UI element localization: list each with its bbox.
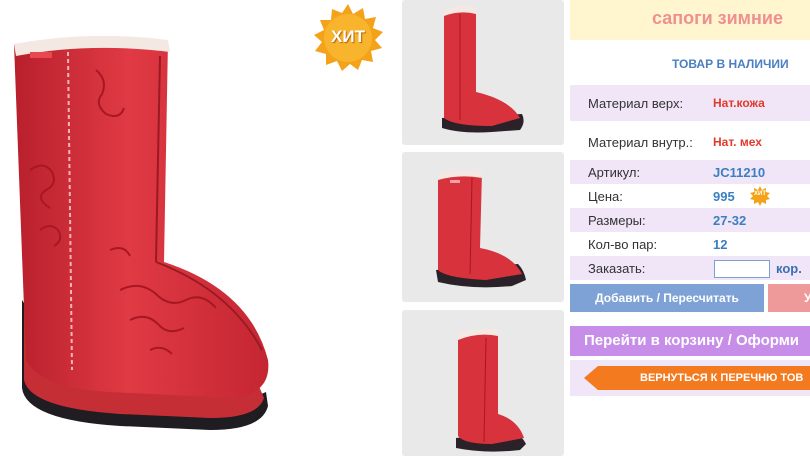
price-value: 995	[713, 189, 735, 204]
order-unit: кор.	[776, 261, 802, 276]
hit-mini-label: ХИТ	[754, 191, 766, 197]
product-info-panel: сапоги зимние ТОВАР В НАЛИЧИИ Материал в…	[570, 0, 810, 456]
spec-value: 12	[713, 237, 728, 252]
spec-row-sizes: Размеры: 27-32	[570, 208, 810, 232]
back-to-list-button[interactable]: ВЕРНУТЬСЯ К ПЕРЕЧНЮ ТОВ	[584, 366, 810, 390]
thumbnail-2[interactable]	[402, 152, 564, 302]
back-to-list-label: ВЕРНУТЬСЯ К ПЕРЕЧНЮ ТОВ	[640, 372, 804, 384]
product-title: сапоги зимние	[652, 8, 783, 28]
spec-value: 27-32	[713, 213, 747, 228]
spec-label: Артикул:	[588, 165, 641, 180]
title-bar: сапоги зимние	[570, 0, 810, 40]
spec-value: Нат.кожа	[713, 96, 765, 110]
delete-button[interactable]: У	[768, 284, 810, 312]
thumbnail-1[interactable]	[402, 0, 564, 145]
spec-label: Цена:	[588, 189, 623, 204]
order-quantity-input[interactable]	[714, 260, 770, 278]
thumbnail-3[interactable]	[402, 310, 564, 456]
spec-row-price: Цена: 995 ХИТ	[570, 184, 810, 208]
spec-label: Кол-во пар:	[588, 237, 658, 252]
stock-status: ТОВАР В НАЛИЧИИ	[672, 57, 789, 71]
thumbnail-gallery	[402, 0, 564, 456]
spec-row-pairs: Кол-во пар: 12	[570, 232, 810, 256]
back-arrow-icon	[584, 366, 598, 390]
spec-value: JC11210	[713, 165, 766, 180]
spec-label: Размеры:	[588, 213, 646, 228]
spec-label: Материал верх:	[588, 96, 684, 111]
spec-row-article: Артикул: JC11210	[570, 160, 810, 184]
spec-label: Материал внутр.:	[588, 135, 693, 150]
go-to-cart-button[interactable]: Перейти в корзину / Оформи	[570, 326, 810, 356]
spec-row-upper-material: Материал верх: Нат.кожа	[570, 85, 810, 121]
spec-label: Заказать:	[588, 261, 646, 276]
hit-badge-label: ХИТ	[331, 27, 365, 46]
spec-value: Нат. мех	[713, 135, 762, 149]
spec-row-inner-material: Материал внутр.: Нат. мех	[570, 124, 810, 158]
spec-row-order: Заказать: кор.	[570, 256, 810, 280]
hit-mini-badge: ХИТ	[750, 186, 770, 206]
add-recalculate-button[interactable]: Добавить / Пересчитать	[570, 284, 764, 312]
back-to-list-bar: ВЕРНУТЬСЯ К ПЕРЕЧНЮ ТОВ	[570, 360, 810, 396]
hit-badge: ХИТ	[312, 2, 384, 74]
